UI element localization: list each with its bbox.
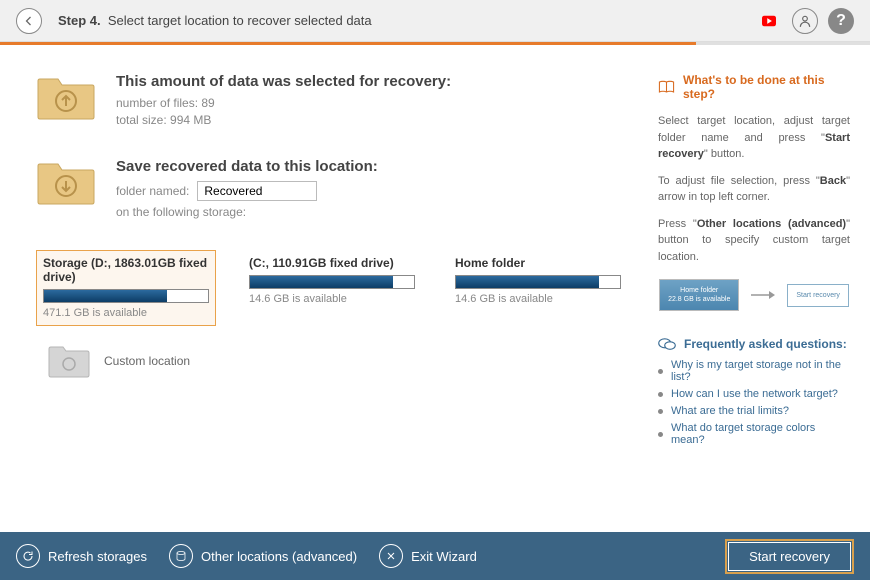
user-icon <box>798 14 812 28</box>
save-heading: Save recovered data to this location: <box>116 158 378 175</box>
other-locations-button[interactable]: Other locations (advanced) <box>169 544 357 568</box>
exit-wizard-button[interactable]: Exit Wizard <box>379 544 477 568</box>
folder-name-input[interactable] <box>197 181 317 201</box>
storage-bar <box>43 289 209 303</box>
refresh-storages-button[interactable]: Refresh storages <box>16 544 147 568</box>
side-p2: To adjust file selection, press "Back" a… <box>658 173 850 206</box>
account-button[interactable] <box>792 8 818 34</box>
hint-illustration: Home folder22.8 GB is available Start re… <box>658 279 850 311</box>
storage-line: on the following storage: <box>116 205 378 219</box>
youtube-icon <box>762 14 776 28</box>
arrow-right-icon <box>751 290 775 300</box>
storage-label: Home folder <box>455 256 621 270</box>
folder-name-label: folder named: <box>116 184 189 198</box>
side-heading: What's to be done at this step? <box>658 73 850 101</box>
refresh-icon <box>22 550 34 562</box>
start-recovery-button[interactable]: Start recovery <box>725 539 854 574</box>
folder-down-icon <box>36 158 96 206</box>
arrow-left-icon <box>23 15 35 27</box>
faq-link-3[interactable]: What do target storage colors mean? <box>671 422 850 446</box>
folder-up-icon <box>36 73 96 121</box>
storage-label: (C:, 110.91GB fixed drive) <box>249 256 415 270</box>
storage-available: 471.1 GB is available <box>43 307 209 319</box>
page-title: Step 4. Select target location to recove… <box>58 13 372 28</box>
faq-link-2[interactable]: What are the trial limits? <box>671 405 789 417</box>
total-size: total size: 994 MB <box>116 113 451 127</box>
storage-available: 14.6 GB is available <box>249 293 415 305</box>
storage-option-1[interactable]: (C:, 110.91GB fixed drive) 14.6 GB is ava… <box>242 250 422 326</box>
help-button[interactable]: ? <box>828 8 854 34</box>
storage-available: 14.6 GB is available <box>455 293 621 305</box>
faq-link-0[interactable]: Why is my target storage not in the list… <box>671 359 850 383</box>
storage-bar <box>455 275 621 289</box>
faq-heading: Frequently asked questions: <box>658 337 850 351</box>
faq-item: Why is my target storage not in the list… <box>658 359 850 383</box>
book-icon <box>658 80 675 94</box>
side-p3: Press "Other locations (advanced)" butto… <box>658 216 850 266</box>
faq-link-1[interactable]: How can I use the network target? <box>671 388 838 400</box>
storage-label: Storage (D:, 1863.01GB fixed drive) <box>43 256 209 284</box>
close-icon <box>385 550 397 562</box>
custom-location-button[interactable]: Custom location <box>48 344 628 378</box>
faq-item: How can I use the network target? <box>658 388 850 400</box>
summary-heading: This amount of data was selected for rec… <box>116 73 451 90</box>
faq-item: What are the trial limits? <box>658 405 850 417</box>
folder-grey-icon <box>48 344 90 378</box>
storage-icon <box>175 550 187 562</box>
back-button[interactable] <box>16 8 42 34</box>
files-count: number of files: 89 <box>116 96 451 110</box>
storage-option-0[interactable]: Storage (D:, 1863.01GB fixed drive) 471.1… <box>36 250 216 326</box>
storage-option-2[interactable]: Home folder 14.6 GB is available <box>448 250 628 326</box>
chat-icon <box>658 337 676 351</box>
storage-bar <box>249 275 415 289</box>
side-p1: Select target location, adjust target fo… <box>658 113 850 163</box>
youtube-button[interactable] <box>756 8 782 34</box>
custom-location-label: Custom location <box>104 354 190 368</box>
faq-item: What do target storage colors mean? <box>658 422 850 446</box>
